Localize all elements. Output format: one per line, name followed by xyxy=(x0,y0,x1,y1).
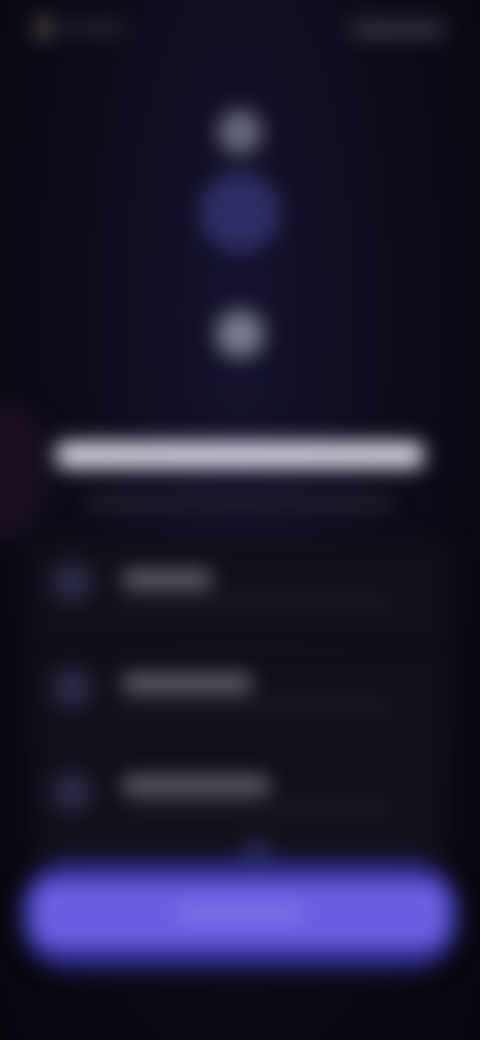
feature-icon xyxy=(52,562,92,602)
feature-description xyxy=(122,804,392,812)
app-logo[interactable] xyxy=(34,16,134,40)
page-title xyxy=(56,442,424,468)
feature-title xyxy=(122,676,252,690)
app-logo-wordmark xyxy=(62,22,126,34)
app-logo-icon xyxy=(34,18,54,38)
page-indicator xyxy=(240,838,274,860)
feature-description xyxy=(122,598,392,606)
primary-cta-label xyxy=(180,908,300,918)
app-screen xyxy=(0,0,480,1040)
feature-description xyxy=(122,702,392,710)
feature-item-1 xyxy=(30,540,450,648)
background-glow xyxy=(0,400,50,540)
hero-bottom-icon xyxy=(216,310,264,358)
feature-title xyxy=(122,778,270,792)
feature-title xyxy=(122,572,212,586)
hero-center-icon xyxy=(200,172,280,252)
feature-icon xyxy=(52,668,92,708)
hero-top-icon xyxy=(218,110,262,154)
header-action-button[interactable] xyxy=(350,22,446,36)
blurred-content xyxy=(0,0,480,1040)
feature-icon xyxy=(52,772,92,812)
page-subtitle xyxy=(86,498,394,508)
